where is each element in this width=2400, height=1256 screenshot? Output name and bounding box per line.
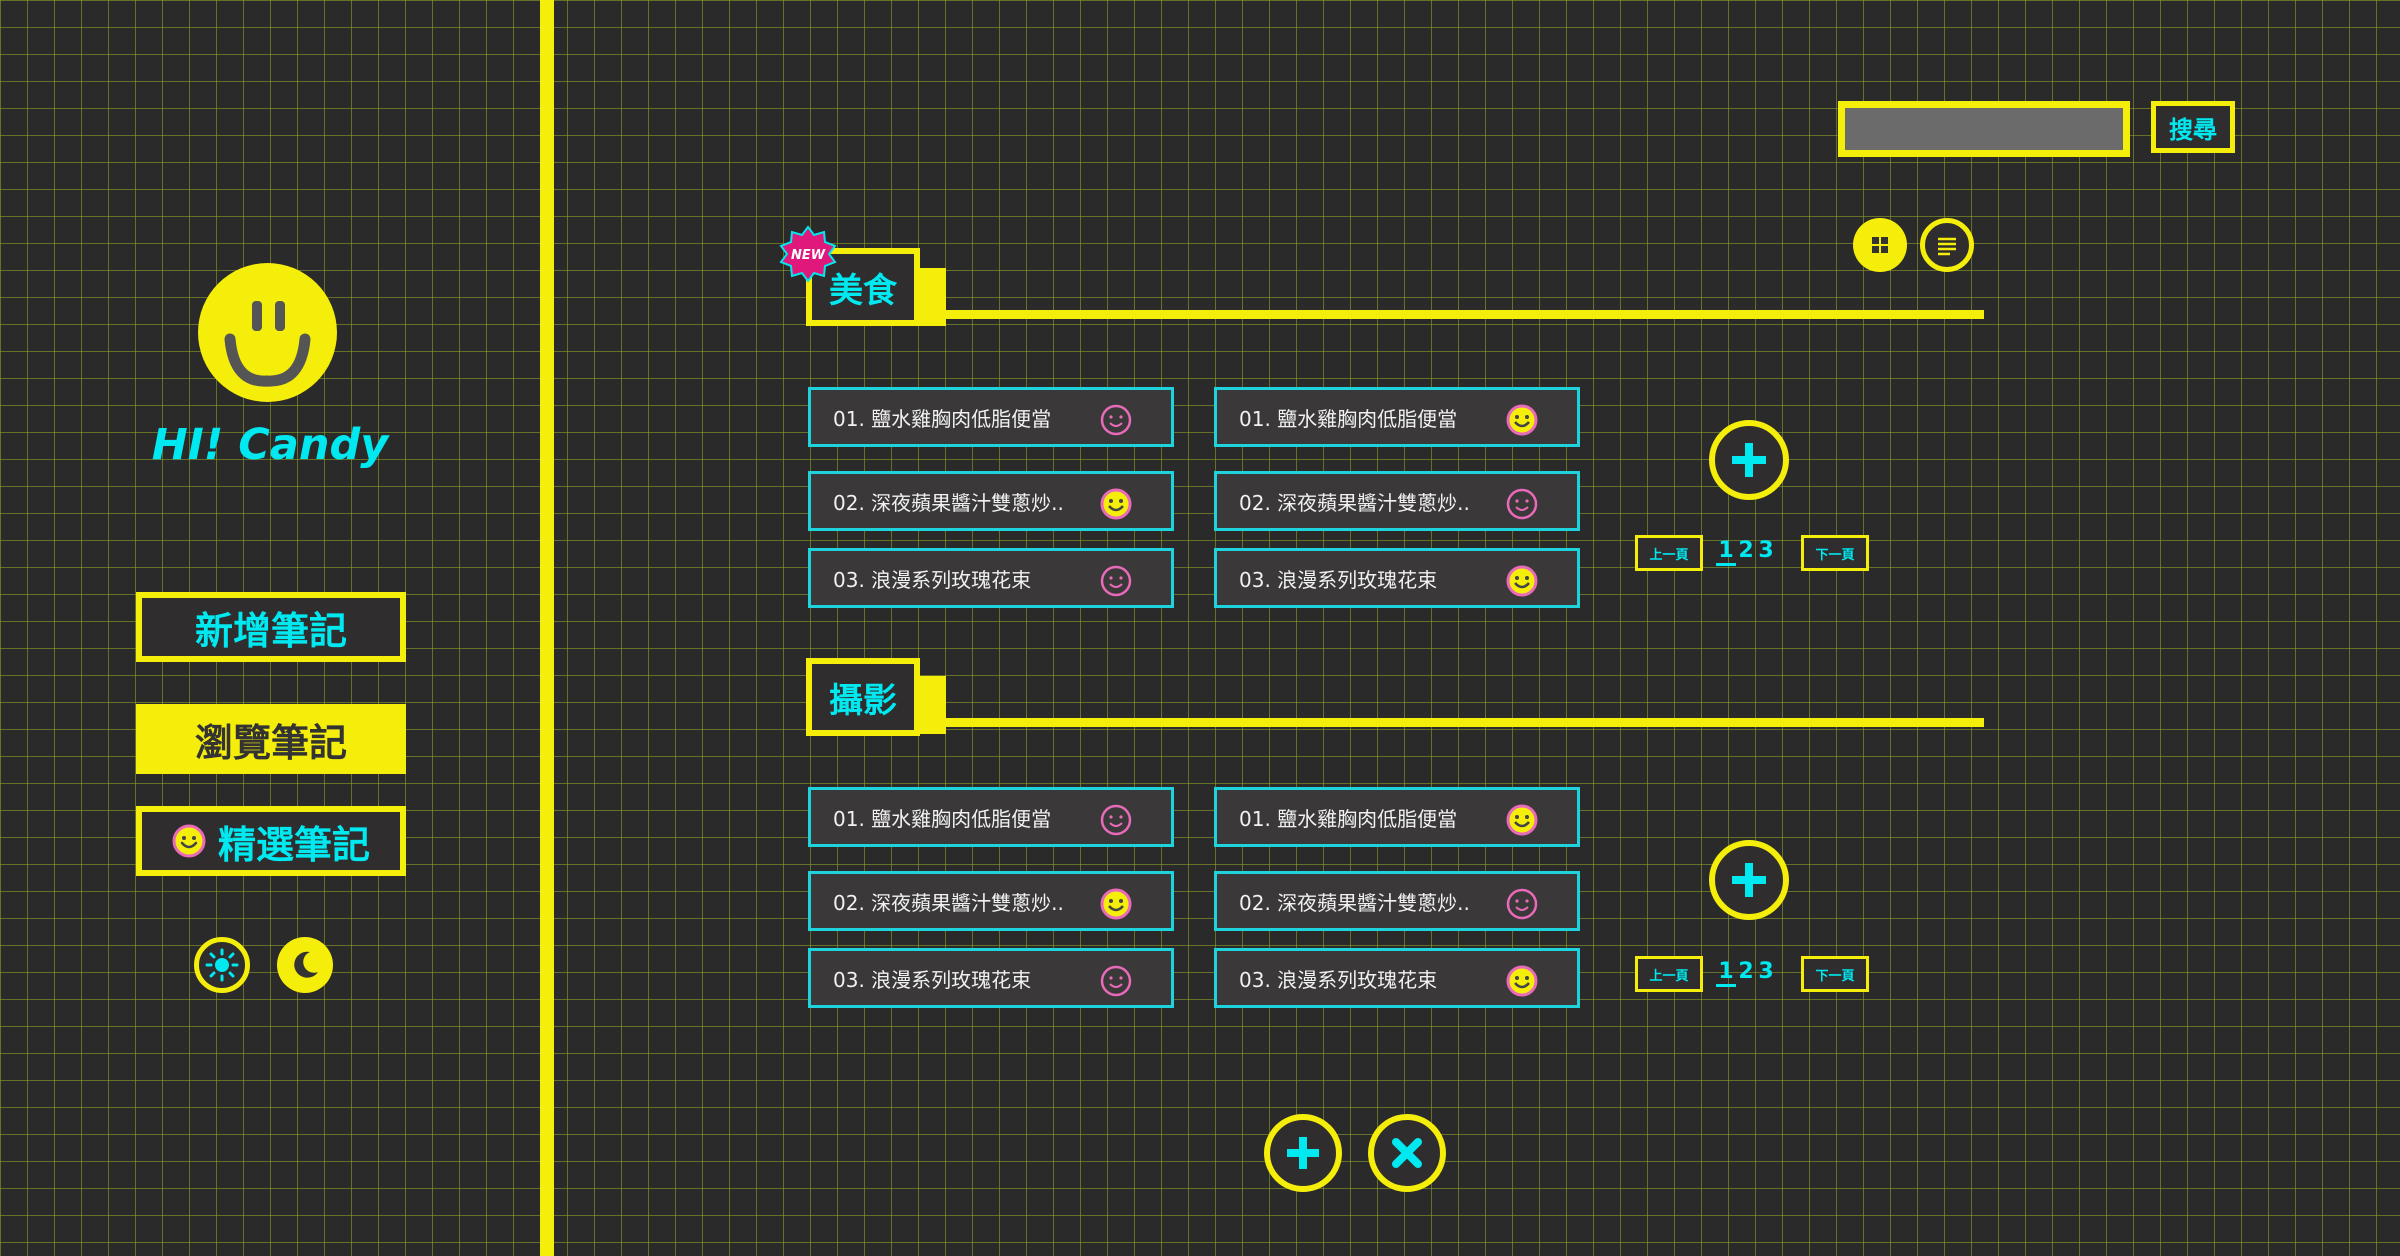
smiley-filled-icon[interactable] <box>1505 964 1539 998</box>
page-number[interactable]: 2 <box>1736 959 1756 984</box>
plus-icon <box>1732 443 1766 477</box>
add-category-button[interactable] <box>1264 1114 1342 1192</box>
category-title: 攝影 <box>806 658 920 736</box>
delete-button[interactable] <box>1368 1114 1446 1192</box>
page-number[interactable]: 1 <box>1716 538 1736 566</box>
smiley-filled-icon[interactable] <box>1505 403 1539 437</box>
plus-icon <box>1732 863 1766 897</box>
smiley-outline-icon[interactable] <box>1505 487 1539 521</box>
featured-notes-button[interactable]: 精選筆記 <box>136 806 406 876</box>
note-item[interactable]: 02. 深夜蘋果醬汁雙蔥炒.. <box>1214 871 1580 931</box>
smiley-outline-icon[interactable] <box>1505 887 1539 921</box>
smiley-filled-icon[interactable] <box>1099 887 1133 921</box>
prev-page-button[interactable]: 上一頁 <box>1635 956 1703 992</box>
prev-page-button[interactable]: 上一頁 <box>1635 535 1703 571</box>
user-name: HI! Candy <box>151 420 389 470</box>
smiley-face-icon <box>224 301 311 387</box>
note-item[interactable]: 02. 深夜蘋果醬汁雙蔥炒.. <box>1214 471 1580 531</box>
sidebar-divider <box>540 0 554 1256</box>
page-numbers: 123 <box>1716 959 1776 987</box>
page-number[interactable]: 3 <box>1756 538 1776 563</box>
list-view-icon <box>1938 237 1956 256</box>
new-badge-label: NEW <box>791 248 826 263</box>
note-title: 03. 浪漫系列玫瑰花束 <box>1239 967 1438 992</box>
add-note-to-category-button[interactable] <box>1709 840 1789 920</box>
close-icon <box>1392 1138 1422 1168</box>
note-title: 03. 浪漫系列玫瑰花束 <box>833 967 1032 992</box>
grid-view-icon <box>1872 237 1888 253</box>
smiley-outline-icon[interactable] <box>1099 403 1133 437</box>
note-title: 02. 深夜蘋果醬汁雙蔥炒.. <box>1239 890 1470 915</box>
smiley-outline-icon[interactable] <box>1099 964 1133 998</box>
next-page-button[interactable]: 下一頁 <box>1801 535 1869 571</box>
note-title: 03. 浪漫系列玫瑰花束 <box>833 567 1032 592</box>
smiley-filled-icon[interactable] <box>1505 803 1539 837</box>
page-number[interactable]: 2 <box>1736 538 1756 563</box>
page-number[interactable]: 1 <box>1716 959 1736 987</box>
plus-icon <box>1287 1137 1319 1169</box>
category-underline <box>940 718 1984 727</box>
add-note-to-category-button[interactable] <box>1709 420 1789 500</box>
note-title: 02. 深夜蘋果醬汁雙蔥炒.. <box>833 490 1064 515</box>
note-title: 01. 鹽水雞胸肉低脂便當 <box>833 806 1052 831</box>
dark-theme-button[interactable] <box>277 937 333 993</box>
light-theme-button[interactable] <box>194 937 250 993</box>
note-item[interactable]: 03. 浪漫系列玫瑰花束 <box>1214 948 1580 1008</box>
new-badge: NEW <box>779 225 837 283</box>
note-title: 01. 鹽水雞胸肉低脂便當 <box>1239 806 1458 831</box>
note-item[interactable]: 01. 鹽水雞胸肉低脂便當 <box>1214 787 1580 847</box>
note-title: 02. 深夜蘋果醬汁雙蔥炒.. <box>833 890 1064 915</box>
smiley-filled-icon[interactable] <box>1099 487 1133 521</box>
sun-icon <box>205 948 239 982</box>
category-underline <box>940 310 1984 319</box>
note-item[interactable]: 03. 浪漫系列玫瑰花束 <box>1214 548 1580 608</box>
browse-notes-button[interactable]: 瀏覽筆記 <box>136 704 406 774</box>
smiley-icon <box>172 824 206 858</box>
list-view-button[interactable] <box>1920 218 1974 272</box>
note-item[interactable]: 01. 鹽水雞胸肉低脂便當 <box>808 387 1174 447</box>
smiley-logo-icon <box>198 263 337 402</box>
note-item[interactable]: 01. 鹽水雞胸肉低脂便當 <box>1214 387 1580 447</box>
smiley-filled-icon[interactable] <box>1505 564 1539 598</box>
browse-notes-label: 瀏覽筆記 <box>194 720 347 765</box>
add-note-label: 新增筆記 <box>194 608 347 653</box>
grid-view-button[interactable] <box>1853 218 1907 272</box>
note-item[interactable]: 03. 浪漫系列玫瑰花束 <box>808 548 1174 608</box>
smiley-outline-icon[interactable] <box>1099 564 1133 598</box>
note-item[interactable]: 02. 深夜蘋果醬汁雙蔥炒.. <box>808 871 1174 931</box>
page-number[interactable]: 3 <box>1756 959 1776 984</box>
smiley-outline-icon[interactable] <box>1099 803 1133 837</box>
search-input[interactable] <box>1838 101 2130 157</box>
note-title: 01. 鹽水雞胸肉低脂便當 <box>833 406 1052 431</box>
note-title: 01. 鹽水雞胸肉低脂便當 <box>1239 406 1458 431</box>
featured-notes-label: 精選筆記 <box>217 822 370 867</box>
moon-icon <box>294 951 318 978</box>
search-button[interactable]: 搜尋 <box>2151 101 2235 153</box>
note-item[interactable]: 01. 鹽水雞胸肉低脂便當 <box>808 787 1174 847</box>
new-badge-icon: NEW <box>779 225 837 283</box>
next-page-button[interactable]: 下一頁 <box>1801 956 1869 992</box>
page-numbers: 123 <box>1716 538 1776 566</box>
add-note-button[interactable]: 新增筆記 <box>136 592 406 662</box>
note-title: 03. 浪漫系列玫瑰花束 <box>1239 567 1438 592</box>
note-item[interactable]: 03. 浪漫系列玫瑰花束 <box>808 948 1174 1008</box>
note-title: 02. 深夜蘋果醬汁雙蔥炒.. <box>1239 490 1470 515</box>
note-item[interactable]: 02. 深夜蘋果醬汁雙蔥炒.. <box>808 471 1174 531</box>
